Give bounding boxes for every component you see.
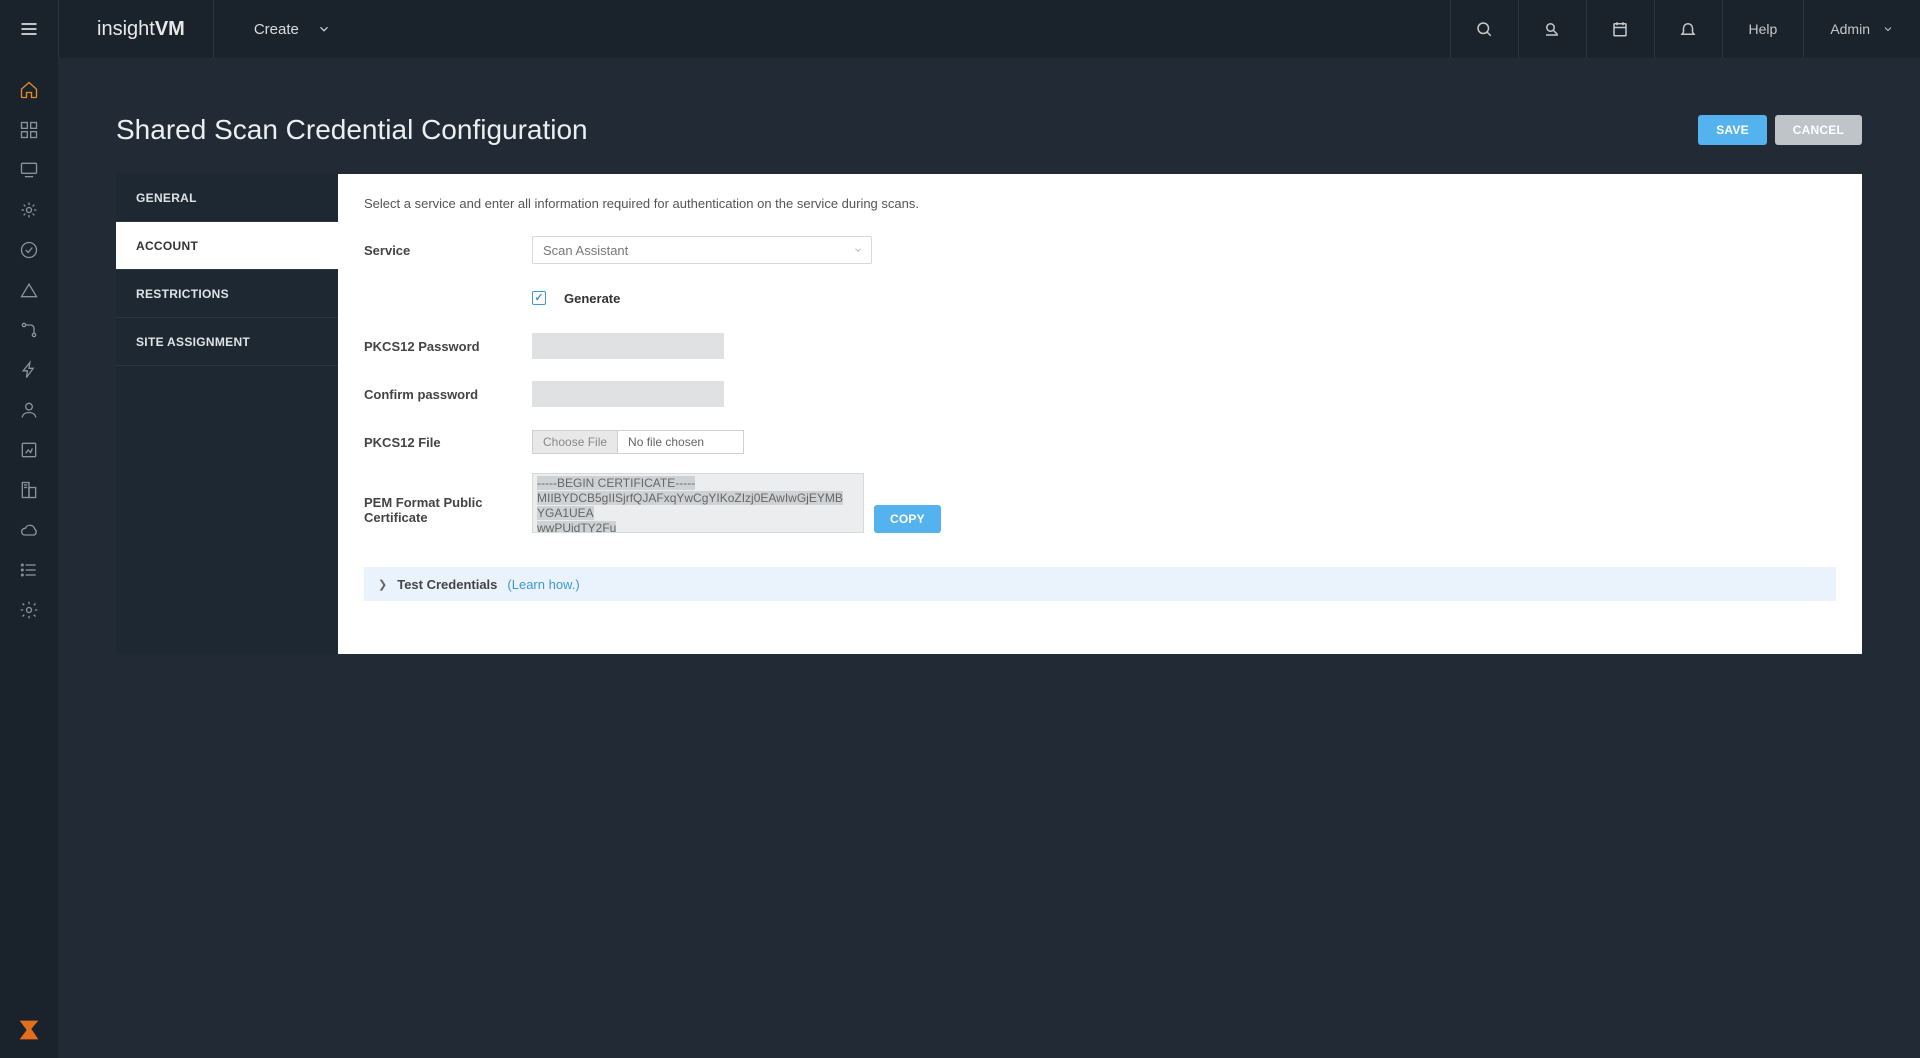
nav-reports-icon[interactable]: [0, 430, 58, 470]
create-menu[interactable]: Create: [214, 0, 371, 58]
nav-vulnerabilities-icon[interactable]: [0, 190, 58, 230]
choose-file-button: Choose File: [533, 431, 618, 453]
nav-users-icon[interactable]: [0, 390, 58, 430]
top-bar: insightVM Create: [58, 0, 1920, 58]
copy-button[interactable]: COPY: [874, 505, 941, 533]
product-prefix: insight: [97, 18, 155, 41]
help-link[interactable]: Help: [1722, 0, 1804, 58]
admin-menu[interactable]: Admin: [1803, 0, 1920, 58]
form-description: Select a service and enter all informati…: [364, 196, 1836, 211]
nav-automation-icon[interactable]: [0, 350, 58, 390]
tab-site-assignment[interactable]: SITE ASSIGNMENT: [116, 318, 338, 366]
generate-checkbox[interactable]: [532, 291, 546, 305]
create-label: Create: [254, 21, 299, 38]
pem-certificate-textarea[interactable]: -----BEGIN CERTIFICATE-----MIIBYDCB5gIIS…: [532, 473, 864, 533]
nav-assets-icon[interactable]: [0, 150, 58, 190]
cancel-button[interactable]: CANCEL: [1775, 115, 1862, 145]
chevron-right-icon: ❯: [378, 578, 387, 591]
notifications-button[interactable]: [1654, 0, 1722, 58]
calendar-button[interactable]: [1586, 0, 1654, 58]
page-title: Shared Scan Credential Configuration: [116, 114, 588, 146]
confirm-password-label: Confirm password: [364, 387, 532, 402]
product-suffix: VM: [155, 18, 185, 41]
form-panel: Select a service and enter all informati…: [338, 174, 1862, 654]
chevron-down-icon: [317, 22, 331, 36]
query-icon: [1543, 20, 1561, 38]
pkcs12-file-input: Choose File No file chosen: [532, 430, 744, 454]
chevron-down-icon: [1882, 23, 1894, 35]
nav-cloud-icon[interactable]: [0, 510, 58, 550]
nav-home-icon[interactable]: [0, 70, 58, 110]
nav-list-icon[interactable]: [0, 550, 58, 590]
learn-how-link[interactable]: (Learn how.): [507, 577, 579, 592]
nav-settings-icon[interactable]: [0, 590, 58, 630]
pem-label: PEM Format Public Certificate: [364, 473, 532, 525]
nav-risk-icon[interactable]: [0, 270, 58, 310]
nav-policies-icon[interactable]: [0, 230, 58, 270]
menu-toggle-button[interactable]: [0, 0, 58, 58]
help-label: Help: [1749, 21, 1778, 37]
pkcs12-file-label: PKCS12 File: [364, 435, 532, 450]
tab-account[interactable]: ACCOUNT: [116, 222, 338, 270]
tab-general[interactable]: GENERAL: [116, 174, 338, 222]
save-button[interactable]: SAVE: [1698, 115, 1767, 145]
query-builder-button[interactable]: [1518, 0, 1586, 58]
bell-icon: [1679, 20, 1697, 38]
test-credentials-label: Test Credentials: [397, 577, 497, 592]
admin-label: Admin: [1830, 21, 1870, 37]
search-button[interactable]: [1450, 0, 1518, 58]
test-credentials-bar[interactable]: ❯ Test Credentials (Learn how.): [364, 567, 1836, 601]
pkcs12-password-label: PKCS12 Password: [364, 339, 532, 354]
confirm-password-input: [532, 381, 724, 407]
nav-dashboard-icon[interactable]: [0, 110, 58, 150]
search-icon: [1475, 20, 1493, 38]
pkcs12-password-input: [532, 333, 724, 359]
nav-integrations-icon[interactable]: [0, 310, 58, 350]
side-tabs: GENERAL ACCOUNT RESTRICTIONS SITE ASSIGN…: [116, 174, 338, 654]
file-chosen-text: No file chosen: [618, 431, 743, 453]
service-select[interactable]: Scan Assistant: [532, 236, 872, 264]
left-nav-rail: [0, 0, 58, 1058]
tab-restrictions[interactable]: RESTRICTIONS: [116, 270, 338, 318]
chevron-down-icon: [853, 245, 863, 255]
service-select-value: Scan Assistant: [543, 243, 628, 258]
service-label: Service: [364, 243, 532, 258]
calendar-icon: [1611, 20, 1629, 38]
nav-sites-icon[interactable]: [0, 470, 58, 510]
brand-logo-icon: [0, 1016, 58, 1044]
product-logo[interactable]: insightVM: [59, 18, 213, 41]
generate-label: Generate: [564, 291, 620, 306]
